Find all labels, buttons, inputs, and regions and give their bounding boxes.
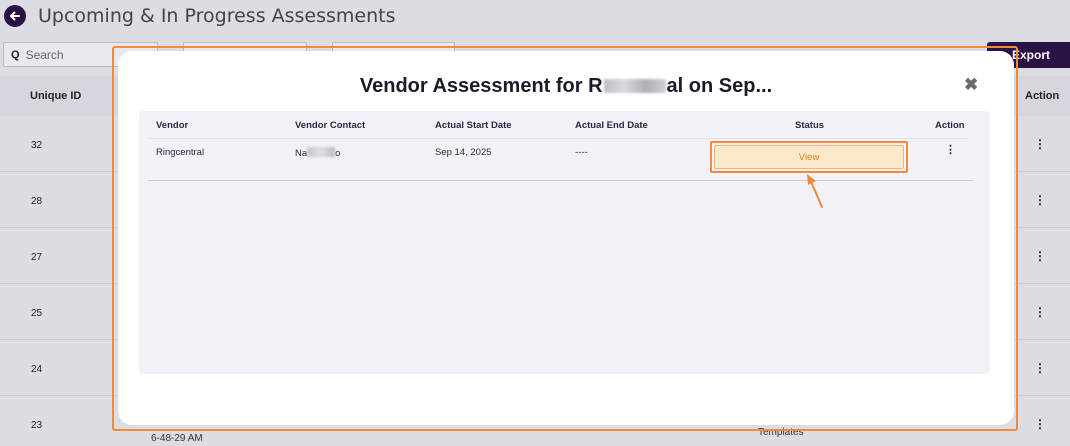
page-title: Upcoming & In Progress Assessments [38, 5, 396, 27]
column-header-vendor-contact: Vendor Contact [295, 120, 366, 131]
search-icon: Q [11, 48, 20, 61]
column-header-actual-end-date: Actual End Date [575, 120, 648, 131]
row-created-fragment: 6-48-29 AM [151, 433, 203, 444]
arrow-left-icon [10, 11, 20, 21]
row-id: 28 [31, 196, 43, 207]
column-header-status: Status [795, 120, 825, 131]
redacted-vendor-name [603, 79, 666, 93]
back-button[interactable] [4, 5, 26, 27]
contact-end: o [335, 148, 341, 159]
row-id: 27 [31, 252, 43, 263]
column-header-actual-start-date: Actual Start Date [435, 120, 512, 131]
redacted-contact-name [307, 147, 336, 157]
modal-title-end: al on Sep... [666, 75, 773, 97]
start-date-cell: Sep 14, 2025 [435, 147, 492, 158]
contact-start: Na [295, 148, 308, 159]
row-id: 32 [31, 140, 43, 151]
row-action-menu-icon[interactable]: ⋮ [1034, 138, 1046, 150]
view-button[interactable]: View [714, 145, 904, 169]
page-header: Upcoming & In Progress Assessments [0, 0, 1070, 36]
row-id: 25 [31, 308, 43, 319]
end-date-cell: ---- [575, 147, 588, 158]
row-action-menu-icon[interactable]: ⋮ [945, 145, 956, 156]
modal-title-start: Vendor Assessment for R [359, 75, 603, 97]
column-header-action: Action [935, 120, 965, 131]
vendor-assessment-modal: Vendor Assessment for R al on Sep... ✖ Ve… [118, 51, 1014, 425]
close-icon[interactable]: ✖ [964, 75, 978, 95]
row-id: 24 [31, 364, 43, 375]
row-action-menu-icon[interactable]: ⋮ [1034, 362, 1046, 374]
header-divider [148, 138, 969, 139]
pointer-arrow-icon [807, 174, 823, 208]
row-action-menu-icon[interactable]: ⋮ [1034, 194, 1046, 206]
row-action-menu-icon[interactable]: ⋮ [1034, 250, 1046, 262]
row-divider [148, 180, 974, 181]
row-action-menu-icon[interactable]: ⋮ [1034, 418, 1046, 430]
modal-title: Vendor Assessment for R al on Sep... [118, 75, 1014, 98]
vendor-cell: Ringcentral [156, 147, 205, 158]
column-header-unique-id: Unique ID [30, 90, 82, 102]
column-header-vendor: Vendor [156, 120, 189, 131]
vendor-contact-cell: Na o [295, 147, 340, 159]
column-header-action: Action [1025, 90, 1060, 102]
row-id: 23 [31, 420, 43, 431]
row-action-menu-icon[interactable]: ⋮ [1034, 306, 1046, 318]
search-placeholder: Search [25, 47, 64, 62]
